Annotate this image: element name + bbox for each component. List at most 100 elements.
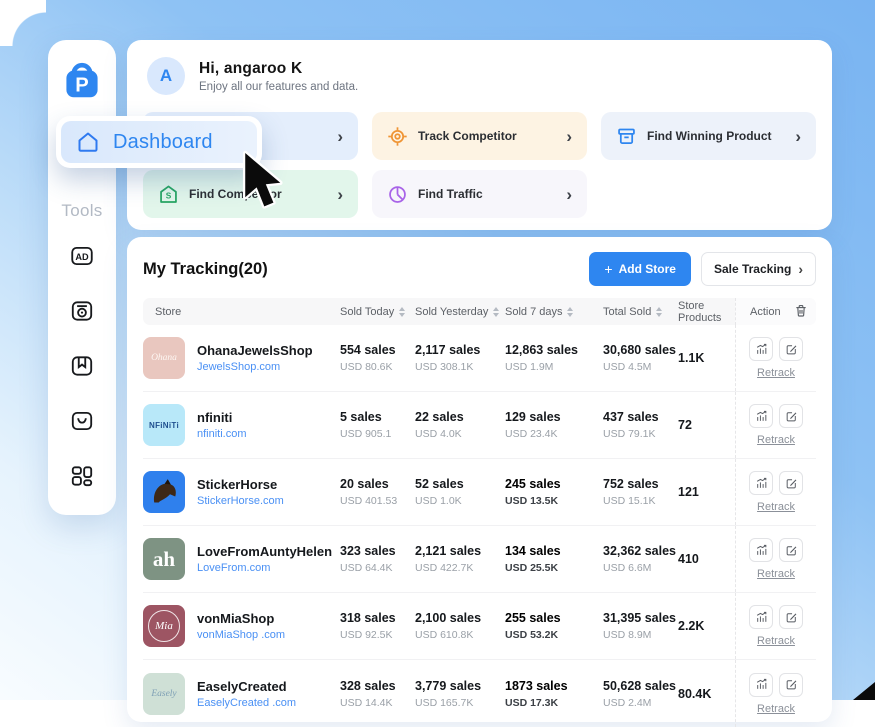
edit-button[interactable] bbox=[779, 337, 803, 361]
sort-icon[interactable] bbox=[656, 307, 662, 317]
store-domain-link[interactable]: vonMiaShop .com bbox=[197, 629, 285, 641]
retrack-link[interactable]: Retrack bbox=[757, 434, 795, 446]
action-cell: Retrack bbox=[735, 593, 816, 659]
edit-button[interactable] bbox=[779, 538, 803, 562]
store-name: LoveFromAuntyHelen bbox=[197, 544, 332, 559]
edit-icon bbox=[785, 410, 798, 423]
retrack-link[interactable]: Retrack bbox=[757, 501, 795, 513]
product-box-icon bbox=[616, 126, 637, 147]
dashboard-nav-item[interactable]: Dashboard bbox=[56, 116, 262, 168]
retrack-link[interactable]: Retrack bbox=[757, 367, 795, 379]
stats-icon bbox=[755, 410, 768, 423]
edit-button[interactable] bbox=[779, 471, 803, 495]
store-domain-link[interactable]: EaselyCreated .com bbox=[197, 697, 296, 709]
sold-yesterday-cell: 2,100 salesUSD 610.8K bbox=[415, 611, 505, 641]
view-stats-button[interactable] bbox=[749, 471, 773, 495]
ads-icon[interactable]: AD bbox=[69, 243, 95, 269]
rounded-corner-mask bbox=[0, 0, 46, 46]
total-sold-cell: 50,628 salesUSD 2.4M bbox=[603, 679, 678, 709]
view-stats-button[interactable] bbox=[749, 605, 773, 629]
column-header-sold-7-days[interactable]: Sold 7 days bbox=[505, 306, 603, 318]
add-store-button[interactable]: + Add Store bbox=[589, 252, 691, 286]
sold-today-cell: 318 salesUSD 92.5K bbox=[340, 611, 415, 641]
retrack-link[interactable]: Retrack bbox=[757, 635, 795, 647]
sold-7days-cell: 1873 salesUSD 17.3K bbox=[505, 679, 603, 709]
column-header-action: Action bbox=[735, 298, 816, 325]
store-domain-link[interactable]: StickerHorse.com bbox=[197, 495, 284, 507]
plus-icon: + bbox=[604, 261, 612, 277]
store-cell: Mia vonMiaShop vonMiaShop .com bbox=[143, 605, 340, 647]
edit-icon bbox=[785, 477, 798, 490]
store-products-cell: 121 bbox=[678, 485, 735, 499]
sidebar: P Tools AD bbox=[48, 40, 116, 515]
edit-icon bbox=[785, 611, 798, 624]
table-row: Mia vonMiaShop vonMiaShop .com 318 sales… bbox=[143, 593, 816, 660]
sort-icon[interactable] bbox=[493, 307, 499, 317]
feature-card-label: Track Competitor bbox=[418, 129, 517, 143]
svg-text:AD: AD bbox=[75, 252, 89, 262]
feature-card-find-traffic[interactable]: Find Traffic › bbox=[372, 170, 587, 218]
store-tracker-icon[interactable] bbox=[69, 298, 95, 324]
store-products-cell: 410 bbox=[678, 552, 735, 566]
sold-yesterday-cell: 2,117 salesUSD 308.1K bbox=[415, 343, 505, 373]
store-logo-text: NFiNiTi bbox=[149, 421, 179, 430]
sold-today-cell: 328 salesUSD 14.4K bbox=[340, 679, 415, 709]
edit-icon bbox=[785, 678, 798, 691]
store-domain-link[interactable]: LoveFrom.com bbox=[197, 562, 332, 574]
shop-competitor-icon: S bbox=[158, 184, 179, 205]
store-logo-text: ah bbox=[153, 547, 175, 572]
sold-7days-cell: 245 salesUSD 13.5K bbox=[505, 477, 603, 507]
store-logo-text: Ohana bbox=[151, 353, 177, 363]
feature-card-find-winning-product[interactable]: Find Winning Product› bbox=[601, 112, 816, 160]
sold-today-cell: 323 salesUSD 64.4K bbox=[340, 544, 415, 574]
column-header-sold-today[interactable]: Sold Today bbox=[340, 306, 415, 318]
action-cell: Retrack bbox=[735, 392, 816, 458]
avatar[interactable]: A bbox=[147, 57, 185, 95]
sold-yesterday-cell: 22 salesUSD 4.0K bbox=[415, 410, 505, 440]
trash-icon[interactable] bbox=[794, 303, 808, 318]
edit-button[interactable] bbox=[779, 605, 803, 629]
chevron-right-icon: › bbox=[798, 261, 803, 277]
stats-icon bbox=[755, 678, 768, 691]
store-name: vonMiaShop bbox=[197, 611, 285, 626]
shopping-bag-icon[interactable] bbox=[69, 408, 95, 434]
tracking-title: My Tracking(20) bbox=[143, 260, 268, 279]
feature-card-track-competitor[interactable]: Track Competitor› bbox=[372, 112, 587, 160]
sort-icon[interactable] bbox=[567, 307, 573, 317]
app-logo[interactable]: P bbox=[60, 55, 104, 106]
bookmark-icon[interactable] bbox=[69, 353, 95, 379]
view-stats-button[interactable] bbox=[749, 404, 773, 428]
store-logo-text: Mia bbox=[148, 610, 180, 642]
store-domain-link[interactable]: JewelsShop.com bbox=[197, 361, 313, 373]
edit-button[interactable] bbox=[779, 673, 803, 697]
store-domain-link[interactable]: nfiniti.com bbox=[197, 428, 247, 440]
sold-7days-cell: 129 salesUSD 23.4K bbox=[505, 410, 603, 440]
view-stats-button[interactable] bbox=[749, 337, 773, 361]
store-products-cell: 2.2K bbox=[678, 619, 735, 633]
retrack-link[interactable]: Retrack bbox=[757, 703, 795, 715]
total-sold-cell: 752 salesUSD 15.1K bbox=[603, 477, 678, 507]
greeting-subtitle: Enjoy all our features and data. bbox=[199, 81, 358, 93]
sold-yesterday-cell: 52 salesUSD 1.0K bbox=[415, 477, 505, 507]
retrack-link[interactable]: Retrack bbox=[757, 568, 795, 580]
chevron-right-icon: › bbox=[795, 128, 801, 145]
store-name: EaselyCreated bbox=[197, 679, 296, 694]
edit-button[interactable] bbox=[779, 404, 803, 428]
chevron-right-icon: › bbox=[566, 186, 572, 203]
store-name: nfiniti bbox=[197, 410, 247, 425]
view-stats-button[interactable] bbox=[749, 673, 773, 697]
column-header-sold-yesterday[interactable]: Sold Yesterday bbox=[415, 306, 505, 318]
sale-tracking-button[interactable]: Sale Tracking › bbox=[701, 252, 816, 286]
column-header-total-sold[interactable]: Total Sold bbox=[603, 306, 678, 318]
table-row: Ohana OhanaJewelsShop JewelsShop.com 554… bbox=[143, 325, 816, 392]
apps-grid-icon[interactable] bbox=[69, 463, 95, 489]
table-row: ah LoveFromAuntyHelen LoveFrom.com 323 s… bbox=[143, 526, 816, 593]
store-name: StickerHorse bbox=[197, 477, 284, 492]
feature-card-label: Find Traffic bbox=[418, 187, 483, 201]
svg-text:P: P bbox=[75, 75, 88, 97]
shopping-bag-logo-icon: P bbox=[60, 55, 104, 101]
feature-card-find-competitor[interactable]: SFind Competitor› bbox=[143, 170, 358, 218]
view-stats-button[interactable] bbox=[749, 538, 773, 562]
sort-icon[interactable] bbox=[399, 307, 405, 317]
store-cell: ah LoveFromAuntyHelen LoveFrom.com bbox=[143, 538, 340, 580]
